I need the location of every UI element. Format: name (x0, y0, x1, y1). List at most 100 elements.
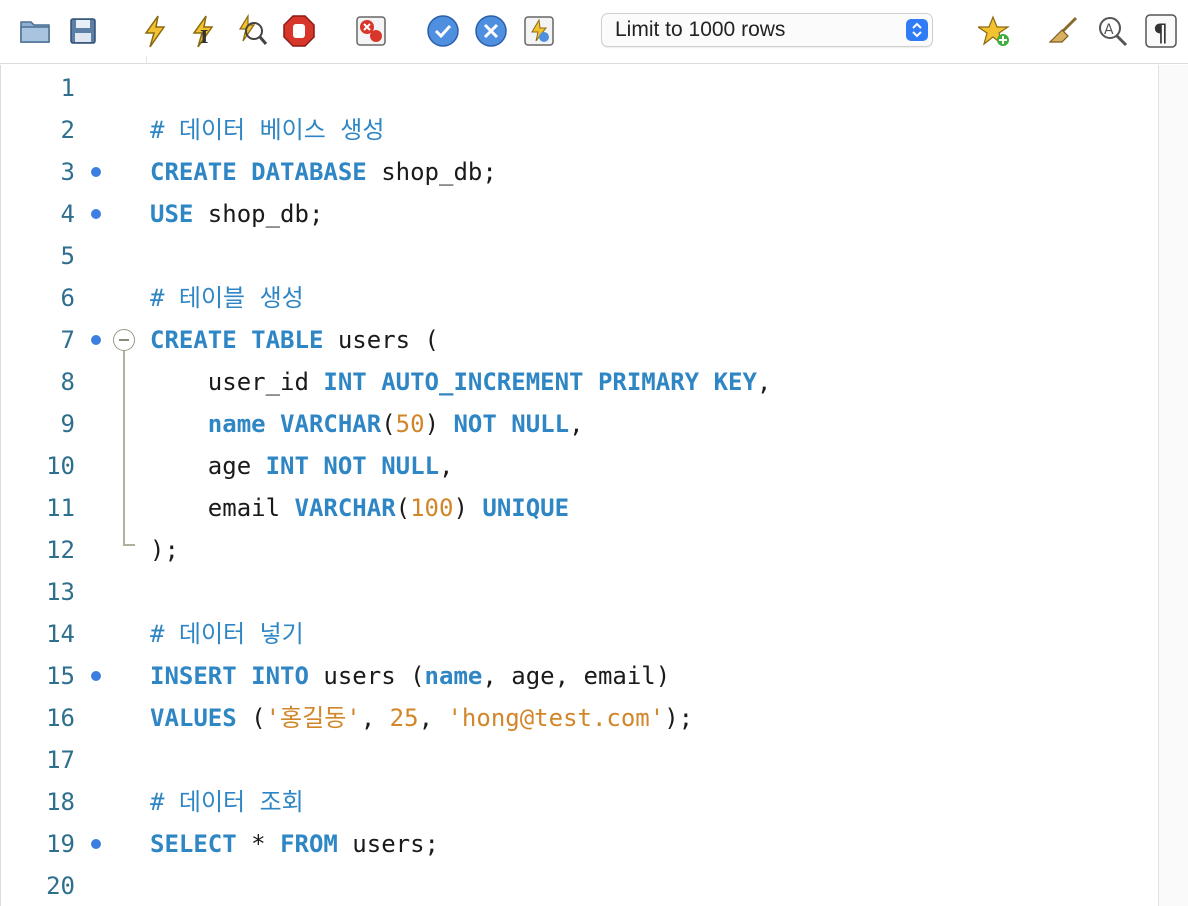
code-token: ( (395, 494, 411, 522)
code-token: NULL (511, 410, 570, 438)
code-line[interactable]: 18 # 데이터 조회 (0, 781, 1150, 823)
rollback-icon[interactable] (474, 13, 508, 49)
code-line[interactable]: 10 age INT NOT NULL, (0, 445, 1150, 487)
code-token: VALUES (150, 704, 237, 732)
code-token: , (418, 704, 448, 732)
code-token: name (207, 410, 266, 438)
code-token: # 데이터 넣기 (150, 620, 304, 648)
code-text: # 데이터 조회 (150, 781, 304, 823)
fold-toggle-icon[interactable] (113, 329, 135, 351)
code-text: email VARCHAR(100) UNIQUE (150, 487, 569, 529)
line-number: 7 (60, 326, 75, 354)
sql-editor[interactable]: 1 2 # 데이터 베이스 생성 3 CREATE DATABASE shop_db; 4… (0, 65, 1188, 906)
code-text: CREATE DATABASE shop_db; (150, 151, 497, 193)
code-line[interactable]: 4 USE shop_db; (0, 193, 1150, 235)
code-line[interactable]: 8 user_id INT AUTO_INCREMENT PRIMARY KEY… (0, 361, 1150, 403)
code-line[interactable]: 1 (0, 67, 1150, 109)
fold-guide-end (123, 544, 135, 546)
code-token: , age, email) (482, 662, 671, 690)
code-token: INSERT (150, 662, 237, 690)
code-token: shop_db; (193, 200, 324, 228)
code-token: VARCHAR (280, 410, 382, 438)
code-token: age (150, 452, 266, 480)
code-token: , (756, 368, 772, 396)
code-token: # 테이블 생성 (150, 284, 304, 312)
stop-icon[interactable] (282, 13, 316, 49)
code-line[interactable]: 5 (0, 235, 1150, 277)
line-number: 18 (46, 788, 75, 816)
toggle-error-stop-icon[interactable] (354, 13, 388, 49)
code-text: CREATE TABLE users ( (150, 319, 439, 361)
limit-rows-select[interactable]: Limit to 1000 rows (601, 13, 933, 47)
code-token: INT (265, 452, 309, 480)
line-number: 14 (46, 620, 75, 648)
code-line[interactable]: 13 (0, 571, 1150, 613)
execute-all-icon[interactable] (138, 13, 172, 49)
statement-marker-icon (91, 671, 101, 681)
code-text: ); (150, 529, 179, 571)
statement-marker-icon (91, 209, 101, 219)
find-icon[interactable]: A (1096, 13, 1130, 49)
code-token: PRIMARY (597, 368, 700, 396)
line-number: 19 (46, 830, 75, 858)
line-number: 16 (46, 704, 75, 732)
code-token: DATABASE (251, 158, 367, 186)
execute-current-icon[interactable]: I (186, 13, 220, 49)
code-token: '홍길동' (265, 704, 361, 732)
fold-guide (123, 351, 125, 545)
autocommit-icon[interactable] (522, 13, 556, 49)
code-token: KEY (713, 368, 757, 396)
beautify-icon[interactable] (1046, 13, 1080, 49)
code-token: INT (323, 368, 367, 396)
line-number: 9 (60, 410, 75, 438)
statement-marker-icon (91, 335, 101, 345)
code-token: ); (150, 536, 179, 564)
code-token: NOT (453, 410, 497, 438)
code-token: USE (150, 200, 194, 228)
code-token: ) (453, 494, 483, 522)
line-number: 17 (46, 746, 75, 774)
code-line[interactable]: 9 name VARCHAR(50) NOT NULL, (0, 403, 1150, 445)
code-line[interactable]: 3 CREATE DATABASE shop_db; (0, 151, 1150, 193)
commit-icon[interactable] (426, 13, 460, 49)
code-line[interactable]: 6 # 테이블 생성 (0, 277, 1150, 319)
code-line[interactable]: 12); (0, 529, 1150, 571)
svg-text:¶: ¶ (1153, 19, 1168, 47)
open-folder-icon[interactable] (18, 13, 52, 49)
code-text: user_id INT AUTO_INCREMENT PRIMARY KEY, (150, 361, 772, 403)
add-snippet-icon[interactable] (978, 13, 1012, 49)
code-line[interactable]: 20 (0, 865, 1150, 906)
code-text: INSERT INTO users (name, age, email) (150, 655, 670, 697)
line-number: 8 (60, 368, 75, 396)
invisible-chars-icon[interactable]: ¶ (1144, 13, 1178, 49)
explain-icon[interactable] (234, 13, 268, 49)
line-number: 1 (60, 74, 75, 102)
code-line[interactable]: 14 # 데이터 넣기 (0, 613, 1150, 655)
code-token: ); (664, 704, 694, 732)
code-token: INTO (251, 662, 309, 690)
code-line[interactable]: 2 # 데이터 베이스 생성 (0, 109, 1150, 151)
svg-text:A: A (1104, 22, 1114, 38)
line-number: 3 (60, 158, 75, 186)
code-line[interactable]: 15 INSERT INTO users (name, age, email) (0, 655, 1150, 697)
code-line[interactable]: 19 SELECT * FROM users; (0, 823, 1150, 865)
code-token: AUTO_INCREMENT (381, 368, 584, 396)
line-number: 2 (60, 116, 75, 144)
code-token: UNIQUE (482, 494, 570, 522)
save-icon[interactable] (66, 13, 100, 49)
code-token: , (439, 452, 454, 480)
code-line[interactable]: 16 VALUES ('홍길동', 25, 'hong@test.com'); (0, 697, 1150, 739)
code-text: # 데이터 베이스 생성 (150, 109, 384, 151)
code-line[interactable]: 17 (0, 739, 1150, 781)
code-token: , (360, 704, 390, 732)
svg-text:I: I (200, 27, 208, 48)
code-line[interactable]: 7 CREATE TABLE users ( (0, 319, 1150, 361)
vertical-scrollbar[interactable] (1158, 65, 1188, 906)
code-line[interactable]: 11 email VARCHAR(100) UNIQUE (0, 487, 1150, 529)
code-text: # 테이블 생성 (150, 277, 304, 319)
